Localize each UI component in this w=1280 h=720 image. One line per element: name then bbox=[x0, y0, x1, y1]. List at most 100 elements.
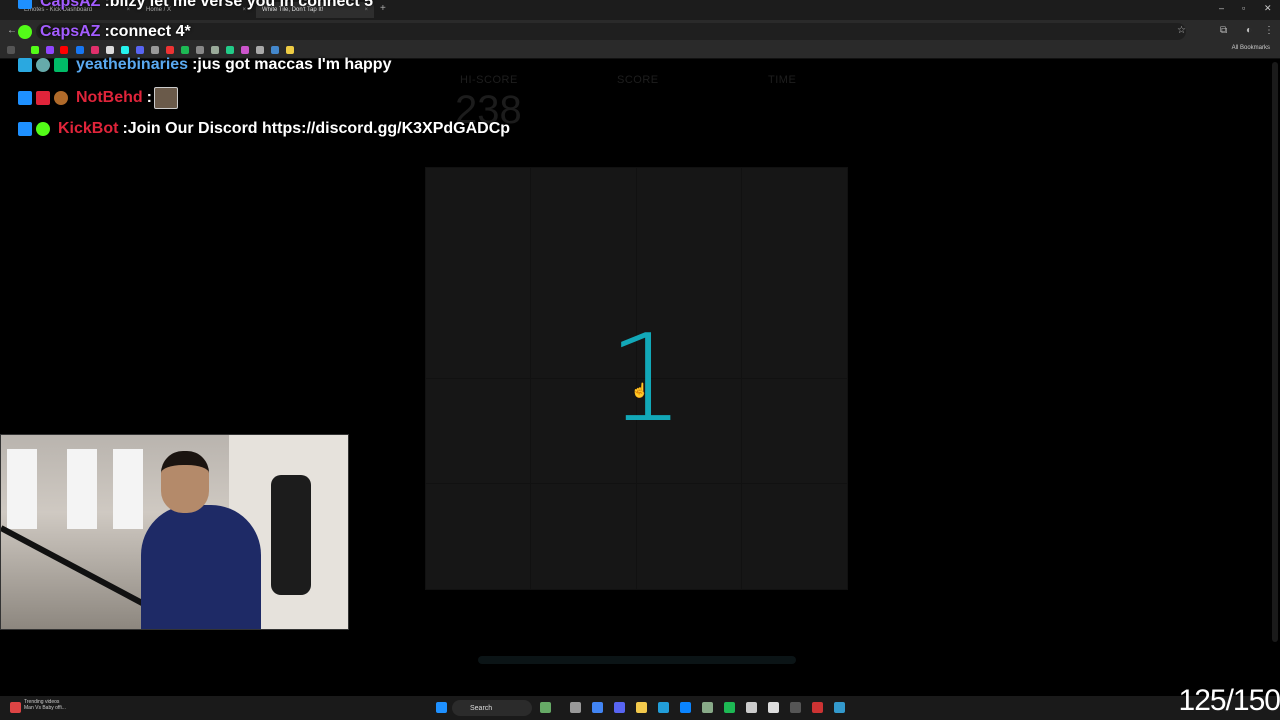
time-progress-bar bbox=[478, 656, 796, 664]
tiktok-icon[interactable] bbox=[121, 46, 129, 54]
gift-badge-icon bbox=[36, 91, 50, 105]
chat-message: CapsAZ : connect 4* bbox=[18, 23, 191, 41]
window-shape bbox=[113, 449, 143, 529]
trending-widget[interactable]: Trending videos Man Vs Baby offi... bbox=[24, 699, 66, 711]
windows-start-icon[interactable] bbox=[436, 702, 447, 713]
tile[interactable] bbox=[426, 168, 531, 379]
apps-icon[interactable] bbox=[7, 46, 15, 54]
chat-message: KickBot : Join Our Discord https://disco… bbox=[18, 120, 510, 138]
x-icon[interactable] bbox=[106, 46, 114, 54]
scrollbar[interactable] bbox=[1272, 62, 1278, 642]
taskbar-search[interactable]: Search bbox=[452, 700, 532, 716]
bookmark-red-icon[interactable] bbox=[166, 46, 174, 54]
tile[interactable] bbox=[531, 484, 637, 590]
back-icon[interactable]: ← bbox=[7, 25, 17, 36]
chat-text: jus got maccas I'm happy bbox=[197, 56, 392, 73]
chat-username: yeathebinaries bbox=[76, 56, 189, 73]
file-explorer-icon[interactable] bbox=[636, 702, 647, 713]
chat-username: NotBehd bbox=[76, 89, 143, 106]
new-tab-button[interactable]: + bbox=[380, 3, 386, 14]
chat-text: bilzy let me verse you in connect 5 bbox=[109, 0, 373, 10]
browser-icon[interactable] bbox=[680, 702, 691, 713]
discord-icon[interactable] bbox=[136, 46, 144, 54]
webcam-feed bbox=[0, 434, 349, 630]
verified-icon bbox=[18, 25, 32, 39]
badge-icon bbox=[36, 58, 50, 72]
bookmark-icon[interactable] bbox=[211, 46, 219, 54]
close-window-icon[interactable]: ✕ bbox=[1264, 3, 1272, 14]
chat-message: CapsAZ : bilzy let me verse you in conne… bbox=[18, 0, 373, 11]
tile[interactable] bbox=[426, 379, 531, 484]
minimize-icon[interactable]: – bbox=[1219, 3, 1224, 13]
menu-icon[interactable]: ⋮ bbox=[1264, 25, 1274, 36]
cube-badge-icon bbox=[18, 58, 32, 72]
restore-icon[interactable]: ▫ bbox=[1242, 3, 1245, 13]
bookmark-star-icon[interactable]: ☆ bbox=[1177, 25, 1186, 36]
chat-message: NotBehd : bbox=[18, 87, 182, 109]
all-bookmarks-link[interactable]: All Bookmarks bbox=[1232, 45, 1270, 51]
bookmark-icon[interactable] bbox=[256, 46, 264, 54]
weather-icon[interactable] bbox=[10, 702, 21, 713]
time-label: TIME bbox=[768, 74, 797, 86]
app-icon[interactable] bbox=[746, 702, 757, 713]
widgets-icon[interactable] bbox=[540, 702, 551, 713]
chrome-icon[interactable] bbox=[592, 702, 603, 713]
goal-counter: 125/150 bbox=[1178, 684, 1280, 717]
chat-separator: : bbox=[146, 89, 152, 106]
app-icon[interactable] bbox=[702, 702, 713, 713]
bookmark-icon[interactable] bbox=[241, 46, 249, 54]
verified-icon bbox=[36, 122, 50, 136]
tile[interactable] bbox=[637, 484, 742, 590]
score-label: SCORE bbox=[617, 74, 659, 86]
countdown-number: 1 bbox=[608, 310, 685, 449]
trending-subtitle: Man Vs Baby offi... bbox=[24, 705, 66, 711]
instagram-icon[interactable] bbox=[91, 46, 99, 54]
notepad-icon[interactable] bbox=[768, 702, 779, 713]
task-view-icon[interactable] bbox=[570, 702, 581, 713]
window-shape bbox=[7, 449, 37, 529]
chat-message: yeathebinaries : jus got maccas I'm happ… bbox=[18, 56, 391, 74]
chat-username: CapsAZ bbox=[40, 0, 101, 10]
streamer-body bbox=[141, 505, 261, 629]
bookmark-icon[interactable] bbox=[226, 46, 234, 54]
discord-icon[interactable] bbox=[614, 702, 625, 713]
youtube-icon[interactable] bbox=[60, 46, 68, 54]
kick-icon[interactable] bbox=[31, 46, 39, 54]
address-field[interactable] bbox=[36, 23, 1186, 40]
bookmark-icon[interactable] bbox=[196, 46, 204, 54]
badge-icon bbox=[54, 91, 68, 105]
chat-text: connect 4* bbox=[109, 23, 191, 40]
chat-text: Join Our Discord https://discord.gg/K3XP… bbox=[127, 120, 511, 137]
window-shape bbox=[67, 449, 97, 529]
tile[interactable] bbox=[426, 484, 531, 590]
moderator-icon bbox=[18, 91, 32, 105]
streamer-head bbox=[161, 451, 209, 513]
hand-cursor-icon: ☝ bbox=[631, 382, 649, 398]
mic-arm-shape bbox=[1, 525, 153, 611]
app-icon[interactable] bbox=[812, 702, 823, 713]
emote-image bbox=[153, 87, 178, 109]
badge-icon bbox=[54, 58, 68, 72]
facebook-icon[interactable] bbox=[76, 46, 84, 54]
coat-shape bbox=[271, 475, 311, 595]
hi-score-label: HI-SCORE bbox=[460, 74, 518, 86]
tile[interactable] bbox=[742, 484, 848, 590]
moderator-icon bbox=[18, 122, 32, 136]
grid-icon[interactable] bbox=[151, 46, 159, 54]
app-icon[interactable] bbox=[834, 702, 845, 713]
telegram-icon[interactable] bbox=[658, 702, 669, 713]
chat-username: CapsAZ bbox=[40, 23, 101, 40]
drive-icon[interactable] bbox=[286, 46, 294, 54]
tile[interactable] bbox=[742, 168, 848, 379]
twitch-icon[interactable] bbox=[46, 46, 54, 54]
tile[interactable] bbox=[742, 379, 848, 484]
chat-username: KickBot bbox=[58, 120, 119, 137]
search-label: Search bbox=[470, 704, 493, 712]
badge-icon bbox=[18, 0, 32, 9]
bookmark-icon[interactable] bbox=[271, 46, 279, 54]
app-icon[interactable] bbox=[790, 702, 801, 713]
profile-icon[interactable]: ◐ bbox=[1246, 25, 1252, 36]
spotify-icon[interactable] bbox=[724, 702, 735, 713]
spotify-icon[interactable] bbox=[181, 46, 189, 54]
extensions-icon[interactable]: ⧉ bbox=[1220, 25, 1227, 36]
